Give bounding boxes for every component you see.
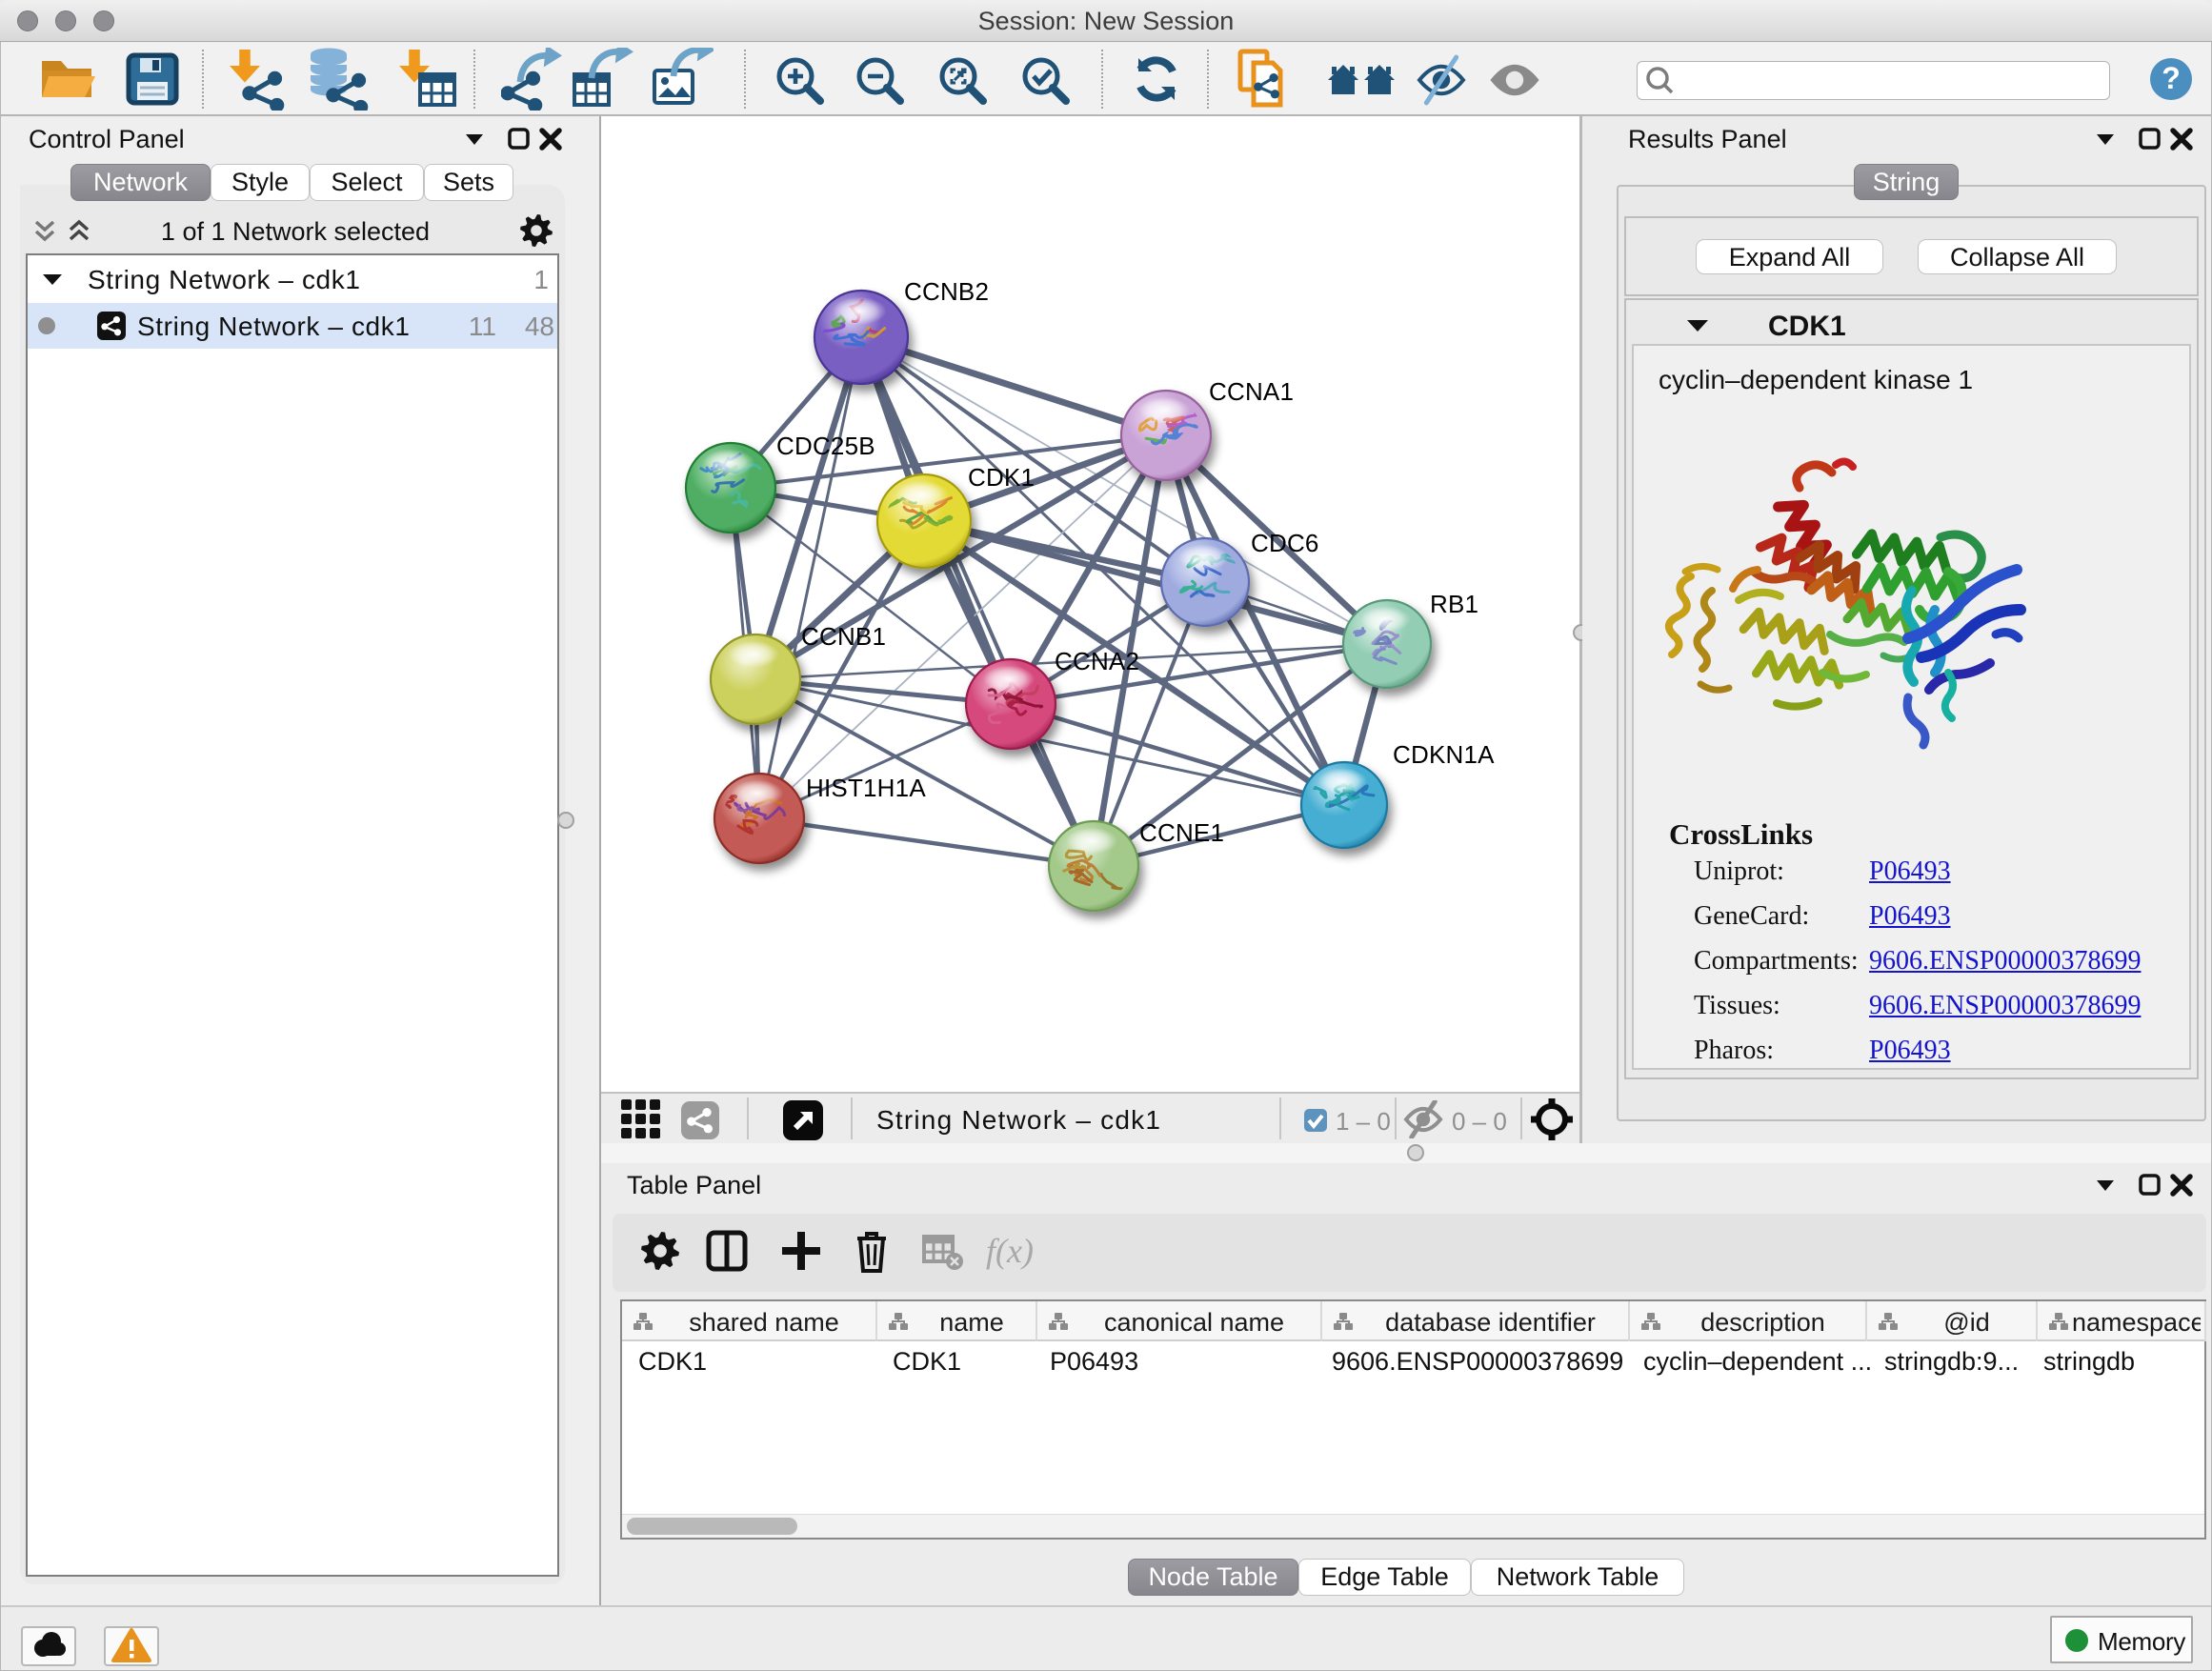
- svg-text:?: ?: [2162, 61, 2181, 95]
